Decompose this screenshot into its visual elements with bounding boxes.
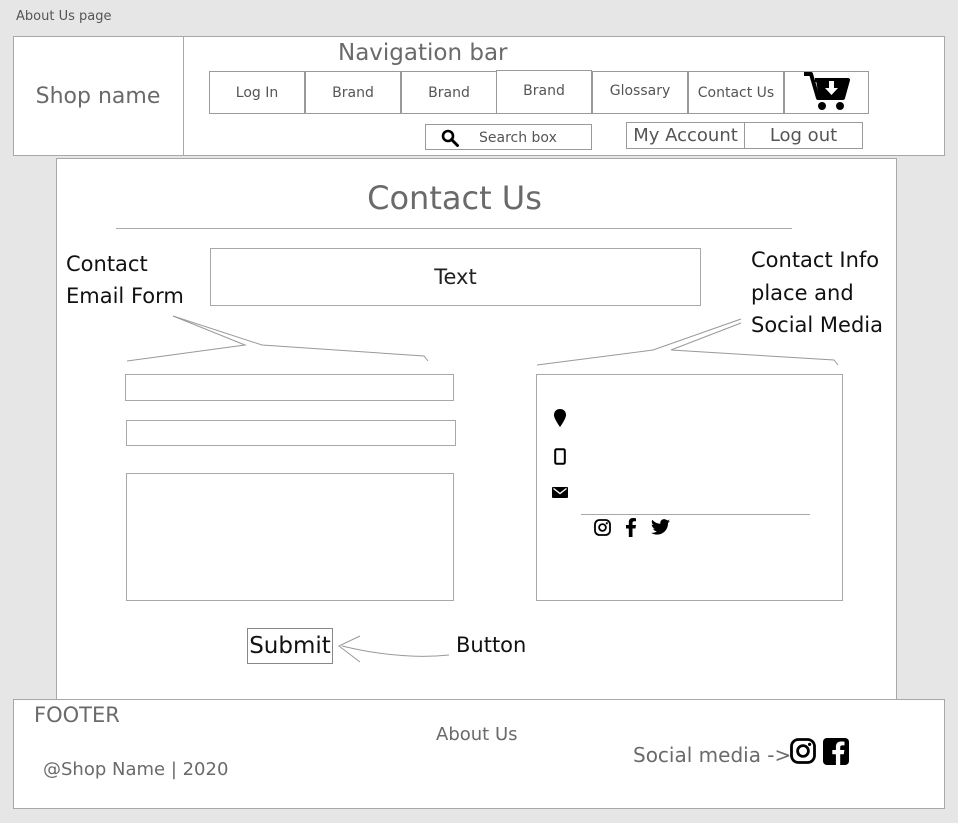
email-icon	[552, 486, 568, 499]
phone-icon	[554, 448, 566, 465]
footer-label: FOOTER	[34, 703, 120, 727]
instagram-icon[interactable]	[594, 519, 611, 536]
footer-facebook-square-icon[interactable]	[823, 738, 849, 765]
footer-social-text: Social media ->	[633, 743, 792, 767]
button-annotation: Button	[456, 633, 527, 657]
contact-info-box	[536, 374, 843, 601]
copyright-text: @Shop Name | 2020	[43, 759, 229, 780]
location-pin-icon	[553, 408, 567, 428]
facebook-icon[interactable]	[625, 518, 637, 537]
name-field[interactable]	[125, 374, 454, 401]
footer-about-link[interactable]: About Us	[436, 724, 518, 745]
message-textarea[interactable]	[126, 473, 454, 601]
contact-divider	[581, 514, 810, 515]
footer-instagram-icon[interactable]	[790, 738, 816, 764]
submit-button[interactable]: Submit	[247, 628, 333, 664]
twitter-icon[interactable]	[651, 519, 670, 535]
email-field[interactable]	[126, 420, 456, 446]
